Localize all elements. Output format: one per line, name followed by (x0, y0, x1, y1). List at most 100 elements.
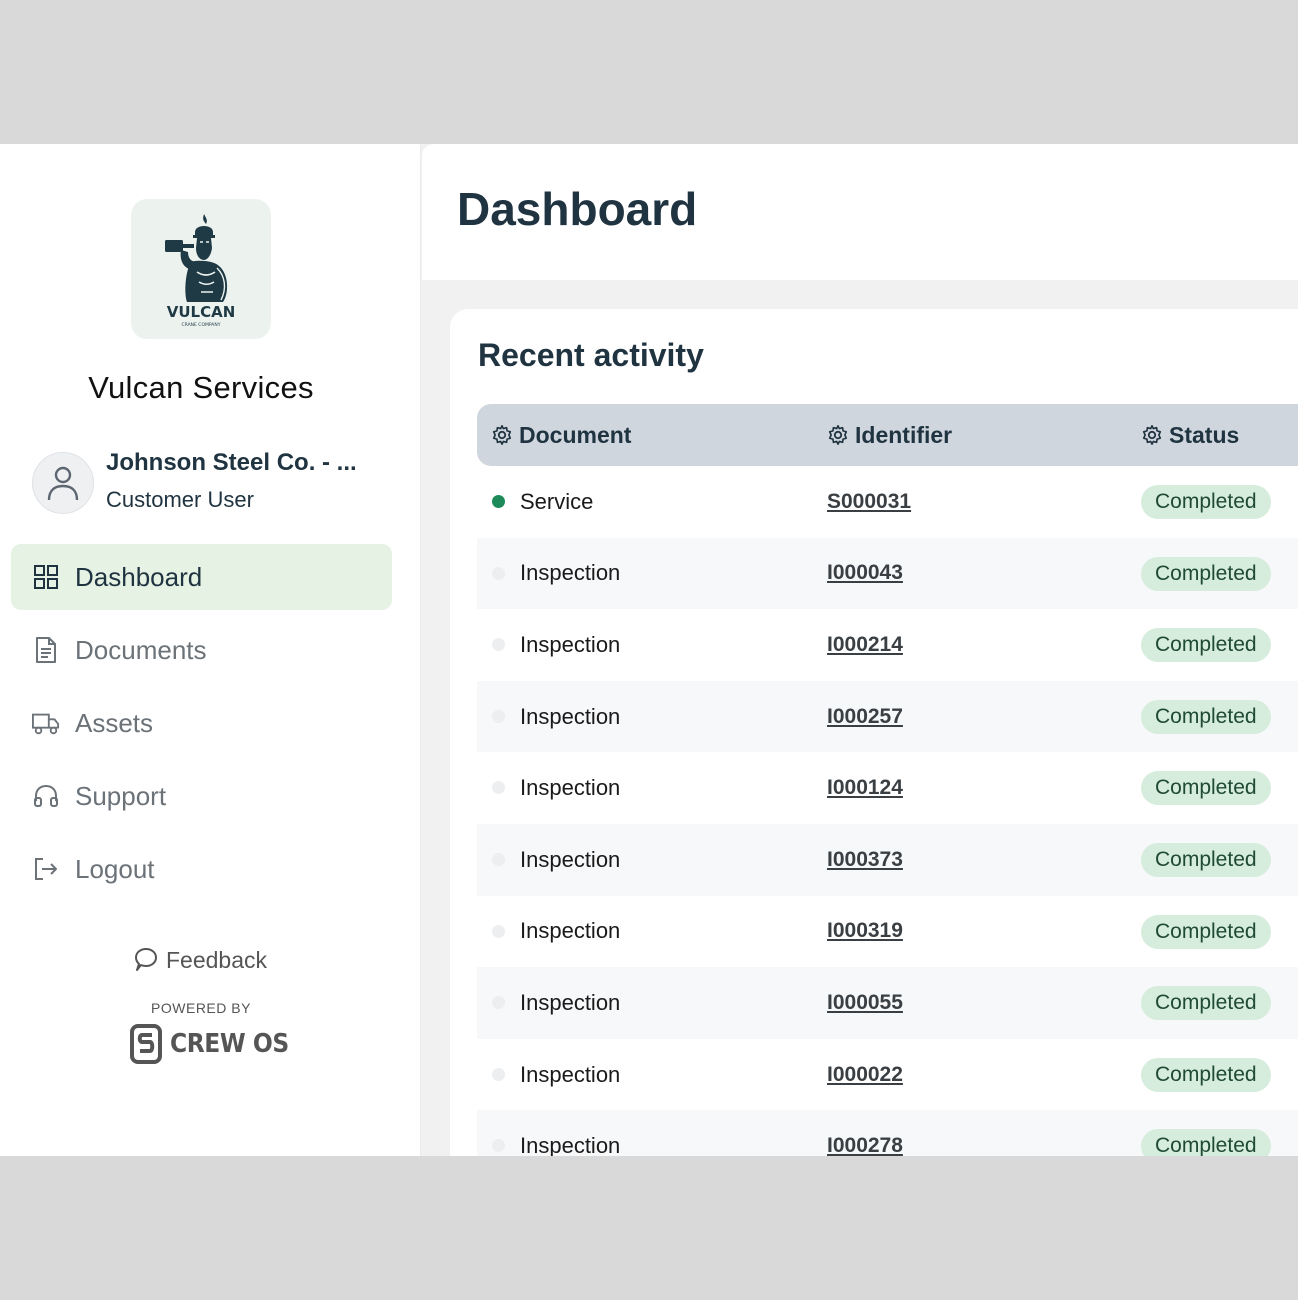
status-badge: Completed (1141, 1129, 1271, 1156)
sidebar: VULCAN CRANE COMPANY Vulcan Services Joh… (0, 144, 421, 1156)
sidebar-item-label: Documents (75, 634, 207, 665)
column-label: Document (519, 421, 632, 448)
document-type: Inspection (520, 846, 621, 872)
table-row[interactable]: Inspection I000124 Completed (477, 752, 1298, 824)
page-header: Dashboard (422, 144, 1298, 280)
document-type: Inspection (520, 1133, 621, 1156)
dashboard-grid-icon (32, 563, 60, 591)
company-name: Vulcan Services (88, 370, 314, 405)
crew-os-logo-icon (130, 1024, 162, 1064)
status-dot (492, 1067, 505, 1081)
user-icon (47, 466, 79, 501)
user-name: Johnson Steel Co. - ... (106, 449, 357, 476)
status-badge: Completed (1141, 986, 1271, 1021)
identifier-link[interactable]: I000043 (827, 538, 903, 610)
table-row[interactable]: Service S000031 Completed (477, 466, 1298, 538)
status-badge: Completed (1141, 628, 1271, 663)
sidebar-nav: Dashboard Documents Assets Support Logou… (11, 544, 392, 909)
status-dot (492, 996, 505, 1010)
column-header-document[interactable]: Document (491, 404, 631, 466)
document-type: Inspection (520, 560, 621, 586)
activity-table: Document Identifier Status Service S0000… (477, 404, 1298, 1156)
company-logo: VULCAN CRANE COMPANY (131, 199, 271, 339)
identifier-link[interactable]: I000319 (827, 896, 903, 968)
sidebar-item-label: Assets (75, 707, 154, 738)
headphones-icon (32, 782, 60, 810)
sidebar-item-assets[interactable]: Assets (11, 690, 392, 756)
avatar (32, 452, 94, 514)
feedback-label: Feedback (166, 946, 268, 973)
truck-icon (32, 709, 60, 737)
sidebar-item-dashboard[interactable]: Dashboard (11, 544, 392, 610)
document-type: Inspection (520, 918, 621, 944)
status-dot (492, 638, 505, 652)
chat-bubble-icon (135, 948, 157, 971)
status-dot (492, 566, 505, 580)
user-profile[interactable]: Johnson Steel Co. - ... Customer User (32, 449, 402, 514)
status-badge: Completed (1141, 1057, 1271, 1092)
feedback-link[interactable]: Feedback (132, 946, 267, 974)
status-badge: Completed (1141, 842, 1271, 877)
identifier-link[interactable]: I000022 (827, 1039, 903, 1111)
identifier-link[interactable]: I000124 (827, 752, 903, 824)
status-badge: Completed (1141, 771, 1271, 806)
identifier-link[interactable]: I000278 (827, 1110, 903, 1156)
table-header: Document Identifier Status (477, 404, 1298, 466)
column-header-identifier[interactable]: Identifier (827, 404, 952, 466)
table-row[interactable]: Inspection I000055 Completed (477, 967, 1298, 1039)
powered-by-label: POWERED BY (151, 1000, 251, 1016)
column-header-status[interactable]: Status (1141, 404, 1239, 466)
column-label: Status (1169, 421, 1240, 448)
page-title: Dashboard (457, 183, 698, 235)
document-type: Inspection (520, 775, 621, 801)
sidebar-item-documents[interactable]: Documents (11, 617, 392, 683)
document-type: Inspection (520, 631, 621, 657)
gear-icon (1142, 425, 1162, 445)
status-dot (492, 852, 505, 866)
status-dot (492, 781, 505, 795)
app-window: VULCAN CRANE COMPANY Vulcan Services Joh… (0, 144, 1298, 1156)
status-badge: Completed (1141, 914, 1271, 949)
logo-wordmark: VULCAN (167, 303, 236, 321)
table-row[interactable]: Inspection I000214 Completed (477, 609, 1298, 681)
status-dot (492, 495, 505, 508)
sidebar-item-label: Logout (75, 853, 155, 884)
identifier-link[interactable]: S000031 (827, 466, 911, 538)
table-row[interactable]: Inspection I000319 Completed (477, 896, 1298, 968)
table-row[interactable]: Inspection I000373 Completed (477, 823, 1298, 896)
recent-activity-card: Recent activity Document Identifier Stat… (450, 309, 1298, 1156)
table-row[interactable]: Inspection I000022 Completed (477, 1039, 1298, 1111)
user-role: Customer User (106, 487, 254, 512)
status-dot (492, 709, 505, 723)
logo-subtext: CRANE COMPANY (182, 322, 221, 328)
table-row[interactable]: Inspection I000257 Completed (477, 680, 1298, 753)
sidebar-item-logout[interactable]: Logout (11, 836, 392, 902)
gear-icon (828, 425, 848, 445)
identifier-link[interactable]: I000257 (827, 681, 903, 753)
table-row[interactable]: Inspection I000043 Completed (477, 537, 1298, 610)
crew-os-brand: CREW OS (130, 1024, 302, 1064)
vulcan-logo-icon: VULCAN CRANE COMPANY (165, 214, 236, 328)
brand-name: CREW OS (170, 1029, 289, 1059)
identifier-link[interactable]: I000373 (827, 824, 903, 896)
table-row[interactable]: Inspection I000278 Completed (477, 1110, 1298, 1156)
document-type: Inspection (520, 703, 621, 729)
status-badge: Completed (1141, 485, 1271, 519)
status-badge: Completed (1141, 699, 1271, 734)
identifier-link[interactable]: I000214 (827, 609, 903, 681)
status-dot (492, 924, 505, 938)
status-dot (492, 1139, 505, 1153)
sidebar-item-label: Support (75, 780, 167, 811)
sidebar-item-support[interactable]: Support (11, 763, 392, 829)
document-type: Inspection (520, 989, 621, 1015)
status-badge: Completed (1141, 556, 1271, 591)
document-icon (32, 636, 60, 664)
document-type: Service (520, 488, 594, 514)
logout-icon (32, 855, 60, 883)
gear-icon (492, 425, 512, 445)
identifier-link[interactable]: I000055 (827, 967, 903, 1039)
sidebar-item-label: Dashboard (75, 561, 203, 592)
document-type: Inspection (520, 1061, 621, 1087)
column-label: Identifier (855, 421, 953, 448)
card-title: Recent activity (478, 337, 704, 373)
